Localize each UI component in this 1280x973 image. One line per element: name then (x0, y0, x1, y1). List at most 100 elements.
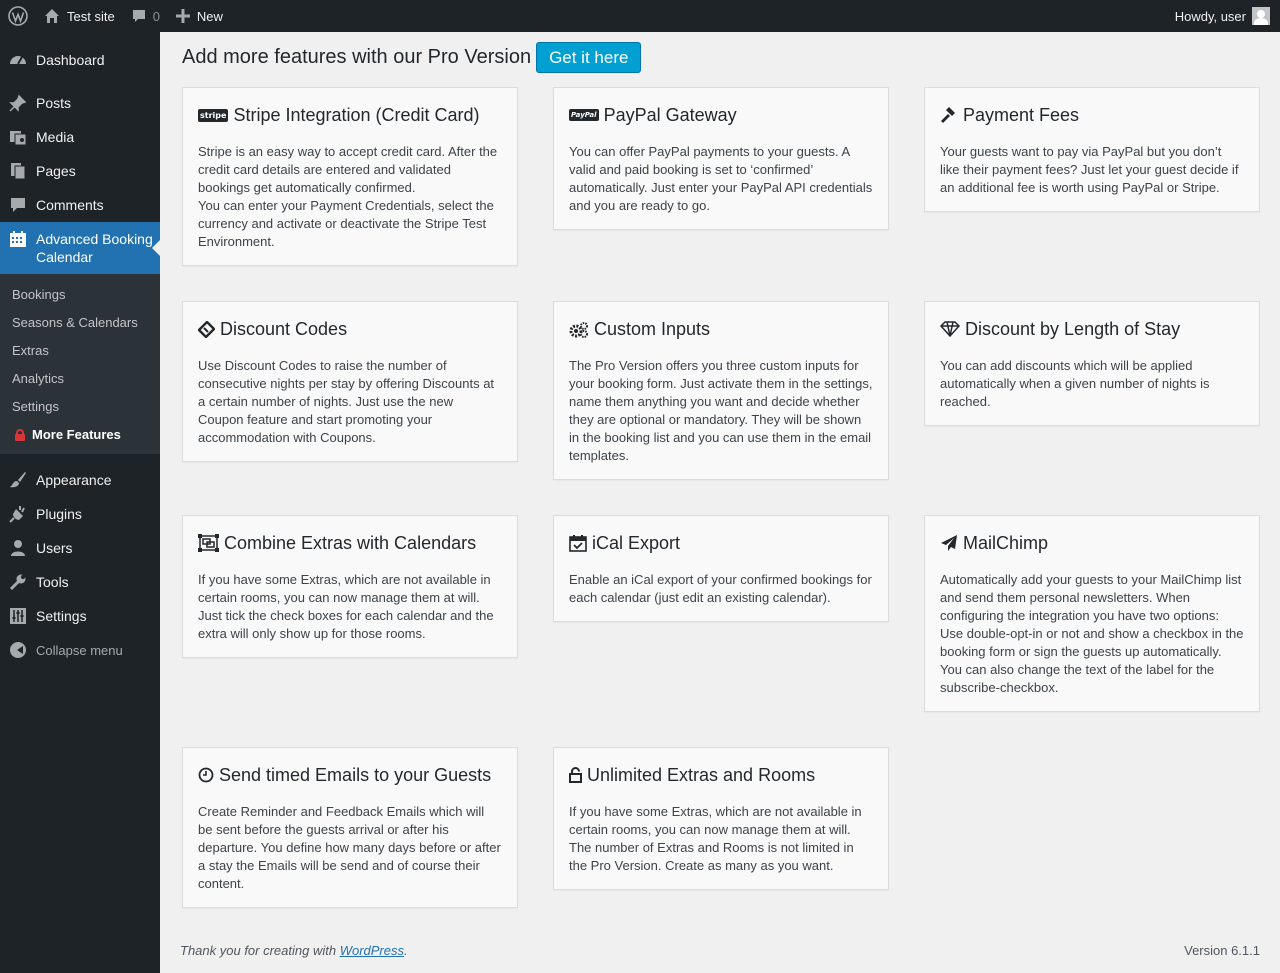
menu-posts[interactable]: Posts (0, 86, 160, 120)
feature-card: Discount Codes Use Discount Codes to rai… (182, 301, 518, 462)
card-description: Your guests want to pay via PayPal but y… (940, 144, 1239, 195)
submenu-seasons-calendars[interactable]: Seasons & Calendars (0, 309, 160, 337)
feature-card: PayPal PayPal Gateway You can offer PayP… (553, 87, 889, 230)
submenu-extras[interactable]: Extras (0, 337, 160, 365)
submenu-more-features[interactable]: More Features (0, 421, 160, 449)
card-title-text: Combine Extras with Calendars (224, 532, 477, 553)
card-title-text: Payment Fees (963, 104, 1080, 125)
new-content-link[interactable]: New (168, 0, 231, 32)
object-group-icon (198, 534, 219, 552)
feature-card: Send timed Emails to your Guests Create … (182, 747, 518, 908)
paper-plane-icon (940, 534, 958, 552)
get-it-here-button[interactable]: Get it here (536, 42, 642, 73)
card-title: stripe Stripe Integration (Credit Card) (198, 104, 502, 126)
comments-count: 0 (152, 8, 160, 24)
card-title: Send timed Emails to your Guests (198, 764, 502, 786)
submenu-analytics[interactable]: Analytics (0, 365, 160, 393)
card-title-text: Send timed Emails to your Guests (219, 764, 492, 785)
comments-link[interactable]: 0 (123, 0, 168, 32)
feature-card: Custom Inputs The Pro Version offers you… (553, 301, 889, 480)
card-title: Custom Inputs (569, 318, 873, 340)
plus-icon (175, 9, 190, 23)
menu-label: Settings (36, 608, 87, 624)
gavel-icon (940, 106, 958, 124)
menu-tools[interactable]: Tools (0, 565, 160, 599)
card-description: Stripe is an easy way to accept credit c… (198, 144, 498, 249)
site-name-link[interactable]: Test site (36, 0, 123, 32)
card-title-text: Stripe Integration (Credit Card) (233, 104, 480, 125)
brush-icon (8, 470, 28, 490)
cogs-icon (569, 321, 589, 338)
menu-appearance[interactable]: Appearance (0, 463, 160, 497)
card-description: Enable an iCal export of your confirmed … (569, 572, 872, 605)
feature-card: Combine Extras with Calendars If you hav… (182, 515, 518, 658)
card-title: Combine Extras with Calendars (198, 532, 502, 554)
collapse-menu-button[interactable]: Collapse menu (0, 633, 160, 667)
my-account-link[interactable]: Howdy, user (1167, 0, 1280, 32)
site-name: Test site (67, 8, 115, 24)
menu-label: Dashboard (36, 52, 105, 68)
pro-header: Add more features with our Pro Version G… (182, 42, 642, 73)
feature-card: iCal Export Enable an iCal export of you… (553, 515, 889, 622)
menu-settings[interactable]: Settings (0, 599, 160, 633)
lock-icon (15, 429, 25, 441)
feature-card: stripe Stripe Integration (Credit Card) … (182, 87, 518, 266)
footer-thanks-prefix: Thank you for creating with (180, 943, 340, 958)
card-description: If you have some Extras, which are not a… (569, 804, 862, 873)
feature-card: Discount by Length of Stay You can add d… (924, 301, 1260, 426)
wordpress-logo-icon[interactable] (0, 0, 36, 32)
card-title: Payment Fees (940, 104, 1244, 126)
menu-label: Posts (36, 95, 72, 111)
card-title: MailChimp (940, 532, 1244, 554)
diamond-icon (940, 321, 960, 337)
sliders-icon (8, 606, 28, 626)
unlock-icon (569, 767, 582, 783)
menu-media[interactable]: Media (0, 120, 160, 154)
admin-bar: Test site 0 New Howdy, user (0, 0, 1280, 32)
feature-card: Payment Fees Your guests want to pay via… (924, 87, 1260, 212)
menu-label: Media (36, 129, 75, 145)
card-description: Use Discount Codes to raise the number o… (198, 358, 495, 445)
submenu-bookings[interactable]: Bookings (0, 281, 160, 309)
collapse-label: Collapse menu (36, 642, 123, 658)
plug-icon (8, 504, 28, 524)
user-icon (8, 538, 28, 558)
card-title: Discount Codes (198, 318, 502, 340)
feature-card: MailChimp Automatically add your guests … (924, 515, 1260, 712)
menu-advanced-booking-calendar[interactable]: Advanced Booking Calendar (0, 222, 160, 274)
card-description: You can add discounts which will be appl… (940, 358, 1210, 409)
card-title-text: iCal Export (592, 532, 681, 553)
menu-users[interactable]: Users (0, 531, 160, 565)
comment-icon (8, 195, 28, 215)
menu-pages[interactable]: Pages (0, 154, 160, 188)
calendar-icon (8, 229, 28, 249)
menu-label: Comments (36, 197, 104, 213)
page-title: Add more features with our Pro Version (182, 46, 532, 68)
menu-comments[interactable]: Comments (0, 188, 160, 222)
version-text: Version 6.1.1 (1184, 943, 1260, 958)
menu-dashboard[interactable]: Dashboard (0, 43, 160, 77)
wordpress-link[interactable]: WordPress (340, 943, 404, 958)
footer-thanks: Thank you for creating with WordPress. (180, 943, 408, 958)
submenu-settings[interactable]: Settings (0, 393, 160, 421)
card-title-text: MailChimp (963, 532, 1049, 553)
clock-icon (198, 767, 214, 783)
card-description: Create Reminder and Feedback Emails whic… (198, 804, 501, 891)
submenu-label: More Features (32, 427, 121, 442)
new-label: New (196, 8, 223, 24)
stripe-icon: stripe (198, 108, 229, 122)
dashboard-icon (8, 50, 28, 70)
calendar-check-icon (569, 534, 587, 552)
comment-bubble-icon (131, 8, 147, 24)
feature-card: Unlimited Extras and Rooms If you have s… (553, 747, 889, 890)
card-title: iCal Export (569, 532, 873, 554)
card-description: The Pro Version offers you three custom … (569, 358, 873, 463)
pin-icon (8, 93, 28, 113)
card-title-text: Discount by Length of Stay (965, 318, 1181, 339)
wrench-icon (8, 572, 28, 592)
menu-plugins[interactable]: Plugins (0, 497, 160, 531)
card-title-text: Unlimited Extras and Rooms (587, 764, 816, 785)
card-title-text: Discount Codes (220, 318, 348, 339)
collapse-arrow-icon (8, 640, 28, 660)
admin-sidebar: Dashboard Posts Media Pages Comments Adv… (0, 32, 160, 973)
